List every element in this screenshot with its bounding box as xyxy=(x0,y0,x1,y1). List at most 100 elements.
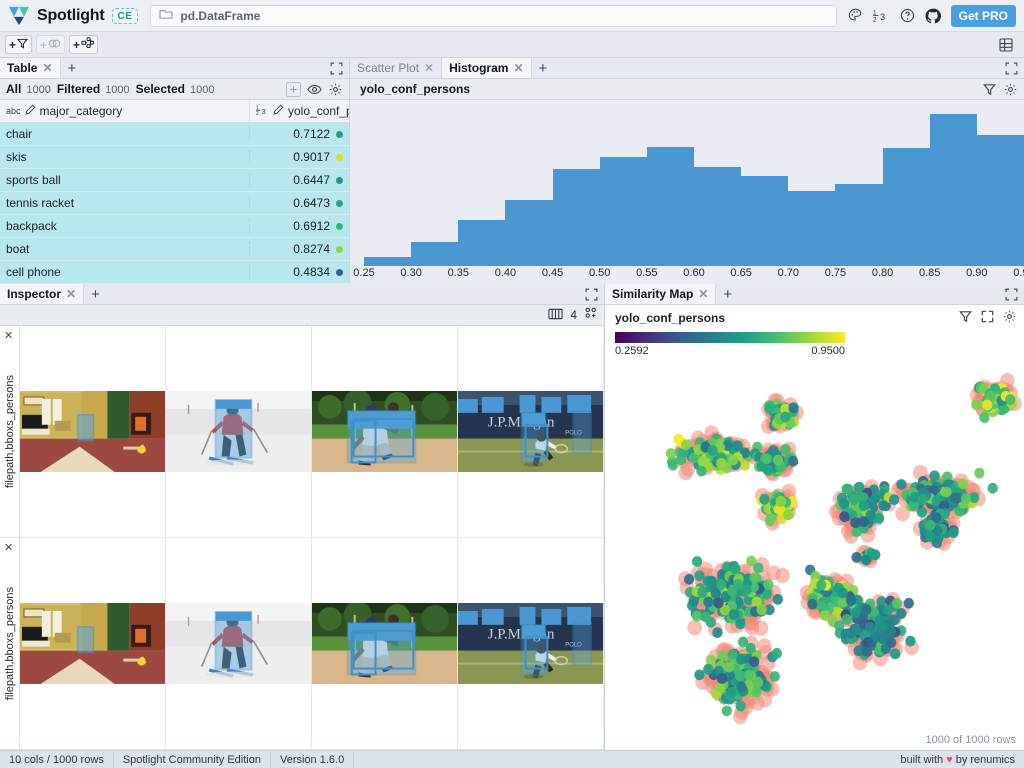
scatter-point[interactable] xyxy=(735,618,745,629)
histogram-bar[interactable] xyxy=(977,135,1024,266)
get-pro-button[interactable]: Get PRO xyxy=(951,5,1016,27)
scatter-point[interactable] xyxy=(729,609,739,620)
scatter-point[interactable] xyxy=(816,580,826,591)
filter-icon[interactable] xyxy=(982,82,997,97)
scatter-point[interactable] xyxy=(728,455,738,466)
scatter-point[interactable] xyxy=(788,402,798,413)
scatter-point[interactable] xyxy=(757,604,767,615)
scatter-point[interactable] xyxy=(846,595,856,606)
table-row[interactable]: boat0.8274 xyxy=(0,238,349,261)
scatter-point[interactable] xyxy=(706,655,716,666)
fullscreen-icon[interactable] xyxy=(981,310,994,326)
scatter-point[interactable] xyxy=(971,399,981,410)
scatter-point[interactable] xyxy=(689,596,699,607)
histogram-bar[interactable] xyxy=(458,220,505,266)
scatter-point[interactable] xyxy=(726,687,736,698)
scatter-point[interactable] xyxy=(988,483,998,494)
scatter-point[interactable] xyxy=(736,682,746,693)
inspector-image-cell[interactable] xyxy=(312,538,458,750)
scatter-point[interactable] xyxy=(746,643,756,654)
scatter-point[interactable] xyxy=(736,654,746,665)
scatter-point[interactable] xyxy=(849,494,859,505)
scatter-point[interactable] xyxy=(727,649,737,660)
histogram-chart[interactable]: 0.250.300.350.400.450.500.550.600.650.70… xyxy=(350,100,1024,284)
scatter-point[interactable] xyxy=(772,648,782,659)
scatter-point[interactable] xyxy=(666,448,676,459)
scatter-point[interactable] xyxy=(732,440,742,451)
scatter-point[interactable] xyxy=(681,440,691,451)
scatter-point[interactable] xyxy=(878,500,888,511)
scatter-point[interactable] xyxy=(862,646,872,657)
tab-histogram[interactable]: Histogram ✕ xyxy=(442,58,531,78)
scatter-point[interactable] xyxy=(753,563,763,574)
column-header-major-category[interactable]: abc major_category xyxy=(0,100,250,122)
scatter-point[interactable] xyxy=(851,552,861,563)
scatter-point[interactable] xyxy=(861,604,871,615)
scatter-point[interactable] xyxy=(765,515,775,526)
tab-table[interactable]: Table ✕ xyxy=(0,58,61,78)
scatter-point[interactable] xyxy=(783,509,793,520)
scatter-point[interactable] xyxy=(775,496,785,507)
scatter-point[interactable] xyxy=(764,403,774,414)
numeric-type-icon[interactable]: 1 2 3 xyxy=(873,7,890,24)
scatter-point[interactable] xyxy=(724,662,734,673)
scatter-point[interactable] xyxy=(717,673,727,684)
scatter-point[interactable] xyxy=(707,445,717,456)
scatter-point[interactable] xyxy=(961,493,971,504)
scatter-point[interactable] xyxy=(700,612,710,623)
scatter-point[interactable] xyxy=(718,650,728,661)
add-tab-button[interactable]: + xyxy=(716,284,739,304)
close-icon[interactable]: ✕ xyxy=(66,288,76,300)
tab-similarity-map[interactable]: Similarity Map ✕ xyxy=(605,284,716,304)
scatter-point[interactable] xyxy=(807,599,817,610)
scatter-point[interactable] xyxy=(703,664,713,675)
scatter-point[interactable] xyxy=(859,500,869,511)
close-icon[interactable]: ✕ xyxy=(42,62,52,74)
scatter-point[interactable] xyxy=(735,671,745,682)
scatter-point[interactable] xyxy=(842,614,852,625)
scatter-point[interactable] xyxy=(730,564,740,575)
scatter-point[interactable] xyxy=(958,478,968,489)
filter-icon[interactable] xyxy=(959,310,972,326)
close-icon[interactable]: ✕ xyxy=(513,62,523,74)
add-group-button[interactable]: + xyxy=(36,35,65,54)
inspector-image-cell[interactable]: J.P.Morgan POLO xyxy=(458,538,604,750)
palette-icon[interactable] xyxy=(847,7,864,24)
scatter-point[interactable] xyxy=(837,587,847,598)
scatter-point[interactable] xyxy=(762,453,772,464)
scatter-point[interactable] xyxy=(941,487,951,498)
scatter-point[interactable] xyxy=(925,520,935,531)
scatter-point[interactable] xyxy=(780,412,790,423)
scatter-point[interactable] xyxy=(740,460,750,471)
scatter-point[interactable] xyxy=(839,498,849,509)
scatter-point[interactable] xyxy=(759,494,769,505)
scatter-point[interactable] xyxy=(722,706,732,717)
help-circle-icon[interactable] xyxy=(899,7,916,24)
table-row[interactable]: skis0.9017 xyxy=(0,146,349,169)
scatter-point[interactable] xyxy=(866,510,876,521)
scatter-point[interactable] xyxy=(918,494,928,505)
histogram-bar[interactable] xyxy=(883,148,930,266)
scatter-point[interactable] xyxy=(925,531,935,542)
gear-icon[interactable] xyxy=(1003,82,1018,97)
table-row[interactable]: sports ball0.6447 xyxy=(0,169,349,192)
inspector-image-cell[interactable] xyxy=(312,326,458,538)
visibility-eye-icon[interactable] xyxy=(307,82,322,97)
scatter-point[interactable] xyxy=(742,584,752,595)
histogram-bar[interactable] xyxy=(600,157,647,266)
histogram-bar[interactable] xyxy=(788,191,835,266)
scatter-point[interactable] xyxy=(904,598,914,609)
scatter-point[interactable] xyxy=(733,579,743,590)
scatter-point[interactable] xyxy=(850,608,860,619)
expand-icon[interactable] xyxy=(999,58,1024,78)
scatter-point[interactable] xyxy=(703,597,713,608)
scatter-point[interactable] xyxy=(706,576,716,587)
expand-icon[interactable] xyxy=(324,58,349,78)
scatter-point[interactable] xyxy=(875,620,885,631)
scatter-point[interactable] xyxy=(773,594,783,605)
scatter-point[interactable] xyxy=(780,444,790,455)
scatter-point[interactable] xyxy=(684,574,694,585)
similarity-map-canvas[interactable]: 1000 of 1000 rows xyxy=(605,361,1024,750)
columns-count-icon[interactable] xyxy=(548,308,563,323)
inspector-image-cell[interactable]: J.P.Morgan POLO xyxy=(458,326,604,538)
